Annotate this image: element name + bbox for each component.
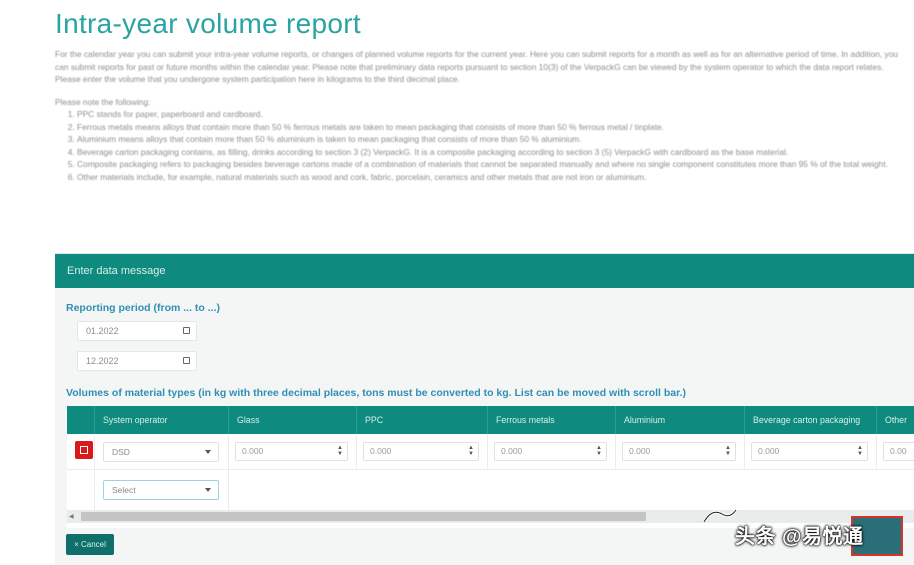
new-operator-value: Select [112,485,136,495]
beverage-carton-input[interactable]: 0.000 ▲ ▼ [751,442,868,461]
spinner-icon[interactable]: ▲ ▼ [337,445,343,457]
beverage-carton-cell: 0.000 ▲ ▼ [745,434,877,470]
calendar-icon[interactable] [183,357,190,364]
watermark-text: 头条 @易悦通 [735,526,864,548]
other-input[interactable]: 0.00 [883,442,914,461]
spinner-icon[interactable]: ▲ ▼ [725,445,731,457]
glass-input[interactable]: 0.000 ▲ ▼ [235,442,348,461]
aluminium-input[interactable]: 0.000 ▲ ▼ [622,442,736,461]
aluminium-cell: 0.000 ▲ ▼ [616,434,745,470]
volumes-label: Volumes of material types (in kg with th… [66,387,687,399]
delete-icon[interactable] [75,441,93,459]
column-header: Aluminium [616,406,745,434]
date-to-value: 12.2022 [86,356,119,366]
scroll-left-icon[interactable]: ◀ [69,513,74,520]
column-header: System operator [95,406,229,434]
other-cell: 0.00 [877,434,914,470]
date-from-value: 01.2022 [86,326,119,336]
data-entry-panel: Enter data message Reporting period (fro… [55,253,914,565]
system-operator-value: DSD [112,447,130,457]
intro-text: For the calendar year you can submit you… [55,48,900,183]
cancel-button[interactable]: × Cancel [66,534,114,555]
system-operator-cell: DSD [95,434,229,470]
ppc-cell: 0.000 ▲ ▼ [357,434,488,470]
column-header: Ferrous metals [488,406,616,434]
scroll-thumb[interactable] [81,512,646,521]
column-header: Beverage carton packaging [745,406,877,434]
spinner-icon[interactable]: ▲ ▼ [857,445,863,457]
spinner-icon[interactable]: ▲ ▼ [468,445,474,457]
delete-cell [67,434,95,470]
reporting-period-label: Reporting period (from ... to ...) [66,302,220,314]
watermark-logo-icon [702,509,738,523]
table-row-new: Select [67,470,914,510]
table-row: DSD 0.000 ▲ ▼ 0.000 ▲ ▼ 0.000 ▲ ▼ 0.000 ▲ ▼ 0.00… [67,434,914,470]
caret-down-icon [205,450,211,454]
spinner-icon[interactable]: ▲ ▼ [596,445,602,457]
new-operator-select[interactable]: Select [103,480,219,500]
system-operator-select[interactable]: DSD [103,442,219,462]
page-title: Intra-year volume report [55,8,361,39]
calendar-icon[interactable] [183,327,190,334]
column-header: Other [885,415,908,425]
ppc-input[interactable]: 0.000 ▲ ▼ [363,442,479,461]
column-header: Glass [229,406,357,434]
column-header: PPC [357,406,488,434]
column-header-delete [67,406,95,434]
caret-down-icon [205,488,211,492]
table-header: System operator Glass PPC Ferrous metals… [67,406,914,434]
ferrous-metals-cell: 0.000 ▲ ▼ [488,434,616,470]
panel-header: Enter data message [55,254,914,288]
date-from-input[interactable]: 01.2022 [77,321,197,341]
glass-cell: 0.000 ▲ ▼ [229,434,357,470]
date-to-input[interactable]: 12.2022 [77,351,197,371]
ferrous-metals-input[interactable]: 0.000 ▲ ▼ [494,442,607,461]
